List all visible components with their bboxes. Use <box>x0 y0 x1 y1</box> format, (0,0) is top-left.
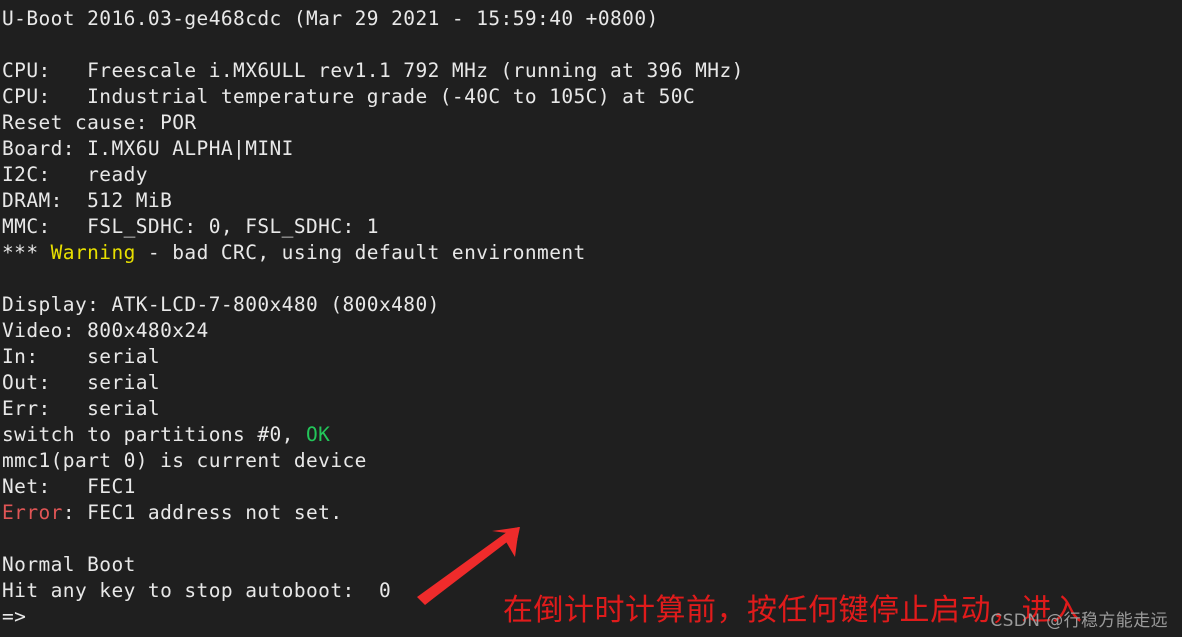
line-version: U-Boot 2016.03-ge468cdc (Mar 29 2021 - 1… <box>2 7 659 30</box>
line-cpu-temp: CPU: Industrial temperature grade (-40C … <box>2 85 696 108</box>
line-mmc: MMC: FSL_SDHC: 0, FSL_SDHC: 1 <box>2 215 379 238</box>
line-warning-token: Warning <box>50 241 136 264</box>
line-i2c: I2C: ready <box>2 163 148 186</box>
line-net-error-token: Error <box>2 501 63 524</box>
line-switch-part: switch to partitions #0, OK <box>2 422 1182 448</box>
line-blank-2 <box>2 266 1182 292</box>
line-warning: *** Warning - bad CRC, using default env… <box>2 240 1182 266</box>
csdn-watermark: CSDN @行稳方能走远 <box>990 611 1168 631</box>
line-mmc-current: mmc1(part 0) is current device <box>2 449 367 472</box>
line-switch-part-token: OK <box>306 423 331 446</box>
line-switch-part-prefix: switch to partitions #0, <box>2 423 306 446</box>
line-reset-cause: Reset cause: POR <box>2 111 197 134</box>
line-display: Display: ATK-LCD-7-800x480 (800x480) <box>2 293 440 316</box>
serial-console-screenshot: U-Boot 2016.03-ge468cdc (Mar 29 2021 - 1… <box>0 0 1182 637</box>
line-err: Err: serial <box>2 397 161 420</box>
line-in: In: serial <box>2 345 161 368</box>
line-cpu-soc: CPU: Freescale i.MX6ULL rev1.1 792 MHz (… <box>2 59 744 82</box>
line-warning-suffix: - bad CRC, using default environment <box>135 241 586 264</box>
line-net: Net: FEC1 <box>2 475 136 498</box>
line-out: Out: serial <box>2 371 161 394</box>
line-video: Video: 800x480x24 <box>2 319 209 342</box>
line-board: Board: I.MX6U ALPHA|MINI <box>2 137 294 160</box>
line-net-error-suffix: : FEC1 address not set. <box>62 501 343 524</box>
line-dram: DRAM: 512 MiB <box>2 189 173 212</box>
line-blank-1 <box>2 32 1182 58</box>
line-warning-prefix: *** <box>2 241 51 264</box>
